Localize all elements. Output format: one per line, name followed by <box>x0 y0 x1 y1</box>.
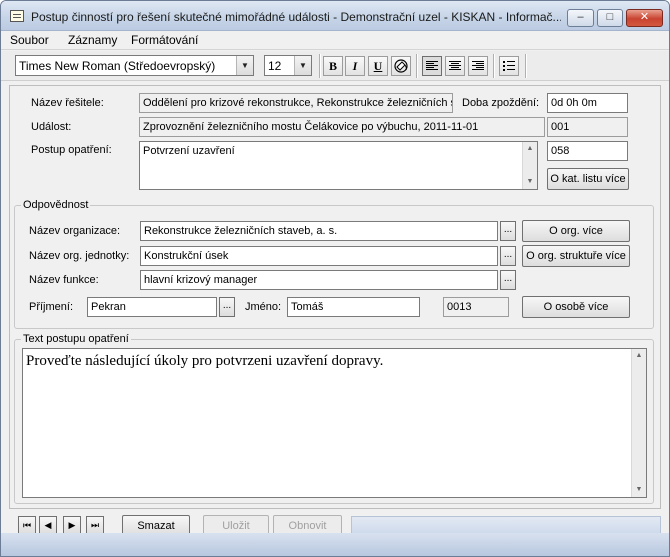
scroll-up-icon[interactable]: ▲ <box>523 142 537 156</box>
toolbar-separator <box>319 54 321 78</box>
align-left-icon <box>426 61 438 71</box>
func-lookup-button[interactable]: ... <box>500 270 516 290</box>
font-size-select[interactable]: 12 ▼ <box>264 55 312 76</box>
paint-icon <box>394 59 408 73</box>
prev-record-icon: ◀ <box>44 520 52 530</box>
main-panel: Název řešitele: Oddělení pro krizové rek… <box>9 85 661 509</box>
udalost-label: Událost: <box>31 121 72 133</box>
unit-more-button[interactable]: O org. struktuře více <box>522 245 630 267</box>
align-center-icon <box>449 61 461 71</box>
last-record-icon: ⏭ <box>90 520 100 530</box>
udalost-field: Zprovoznění železničního mostu Čelákovic… <box>139 117 545 137</box>
unit-field[interactable]: Konstrukční úsek <box>140 246 498 266</box>
bold-button[interactable]: B <box>323 56 343 76</box>
menu-zaznamy[interactable]: Záznamy <box>68 33 117 47</box>
func-field[interactable]: hlavní krizový manager <box>140 270 498 290</box>
menu-formatovani[interactable]: Formátování <box>131 33 198 47</box>
responsibility-title: Odpovědnost <box>21 199 91 211</box>
scroll-down-icon[interactable]: ▼ <box>632 483 646 497</box>
bullet-list-button[interactable] <box>499 56 519 76</box>
org-field[interactable]: Rekonstrukce železničních staveb, a. s. <box>140 221 498 241</box>
responsibility-group: Odpovědnost Název organizace: Rekonstruk… <box>14 199 654 329</box>
align-right-button[interactable] <box>468 56 488 76</box>
func-label: Název funkce: <box>29 274 99 286</box>
postup-scrollbar[interactable]: ▲ ▼ <box>522 142 537 189</box>
toolbar-separator <box>525 54 527 78</box>
chevron-down-icon[interactable]: ▼ <box>236 56 253 75</box>
window-title: Postup činností pro řešení skutečné mimo… <box>31 10 561 24</box>
title-bar[interactable]: Postup činností pro řešení skutečné mimo… <box>1 1 669 31</box>
font-name-value: Times New Roman (Středoevropský) <box>19 59 216 73</box>
person-more-button[interactable]: O osobě více <box>522 296 630 318</box>
bullet-list-icon <box>503 61 515 71</box>
next-record-icon: ▶ <box>68 520 76 530</box>
surname-label: Příjmení: <box>29 301 74 313</box>
toolbar-separator <box>416 54 418 78</box>
surname-field[interactable]: Pekran <box>87 297 217 317</box>
scroll-up-icon[interactable]: ▲ <box>632 349 646 363</box>
window-footer <box>1 533 669 556</box>
procedure-text-body: Proveďte následující úkoly pro potvrzeni… <box>26 353 384 369</box>
surname-lookup-button[interactable]: ... <box>219 297 235 317</box>
resitel-label: Název řešitele: <box>31 97 104 109</box>
unit-lookup-button[interactable]: ... <box>500 246 516 266</box>
text-color-button[interactable] <box>391 56 411 76</box>
udalost-code-field: 001 <box>547 117 628 137</box>
italic-button[interactable]: I <box>345 56 365 76</box>
align-right-icon <box>472 61 484 71</box>
formatting-toolbar: Times New Roman (Středoevropský) ▼ 12 ▼ … <box>1 51 669 81</box>
delay-field[interactable]: 0d 0h 0m <box>547 93 628 113</box>
delay-label: Doba zpoždění: <box>462 97 540 109</box>
name-field[interactable]: Tomáš <box>287 297 420 317</box>
font-name-select[interactable]: Times New Roman (Středoevropský) ▼ <box>15 55 254 76</box>
window-app-icon <box>10 10 24 22</box>
org-lookup-button[interactable]: ... <box>500 221 516 241</box>
procedure-text-scrollbar[interactable]: ▲ ▼ <box>631 349 646 497</box>
minimize-button[interactable]: – <box>567 9 594 27</box>
name-label: Jméno: <box>245 301 282 313</box>
align-center-button[interactable] <box>445 56 465 76</box>
postup-value: Potvrzení uzavření <box>143 145 235 157</box>
chevron-down-icon[interactable]: ▼ <box>294 56 311 75</box>
first-record-icon: ⏮ <box>22 520 32 530</box>
font-size-value: 12 <box>268 59 282 73</box>
postup-code-field[interactable]: 058 <box>547 141 628 161</box>
application-window: Postup činností pro řešení skutečné mimo… <box>0 0 670 557</box>
person-code-field: 0013 <box>443 297 509 317</box>
postup-textarea[interactable]: Potvrzení uzavření ▲ ▼ <box>139 141 538 190</box>
procedure-text-title: Text postupu opatření <box>21 333 131 345</box>
menu-bar: Soubor Záznamy Formátování <box>1 31 669 50</box>
close-button[interactable]: ✕ <box>626 9 663 27</box>
maximize-button[interactable]: □ <box>597 9 623 27</box>
catalog-more-button[interactable]: O kat. listu více <box>547 168 629 190</box>
align-left-button[interactable] <box>422 56 442 76</box>
unit-label: Název org. jednotky: <box>29 250 130 262</box>
menu-soubor[interactable]: Soubor <box>10 33 49 47</box>
procedure-text-group: Text postupu opatření Proveďte následují… <box>14 333 654 504</box>
resitel-field: Oddělení pro krizové rekonstrukce, Rekon… <box>139 93 453 113</box>
org-label: Název organizace: <box>29 225 121 237</box>
org-more-button[interactable]: O org. více <box>522 220 630 242</box>
toolbar-separator <box>493 54 495 78</box>
procedure-text-editor[interactable]: Proveďte následující úkoly pro potvrzeni… <box>22 348 647 498</box>
scroll-down-icon[interactable]: ▼ <box>523 175 537 189</box>
postup-label: Postup opatření: <box>31 144 112 156</box>
underline-button[interactable]: U <box>368 56 388 76</box>
